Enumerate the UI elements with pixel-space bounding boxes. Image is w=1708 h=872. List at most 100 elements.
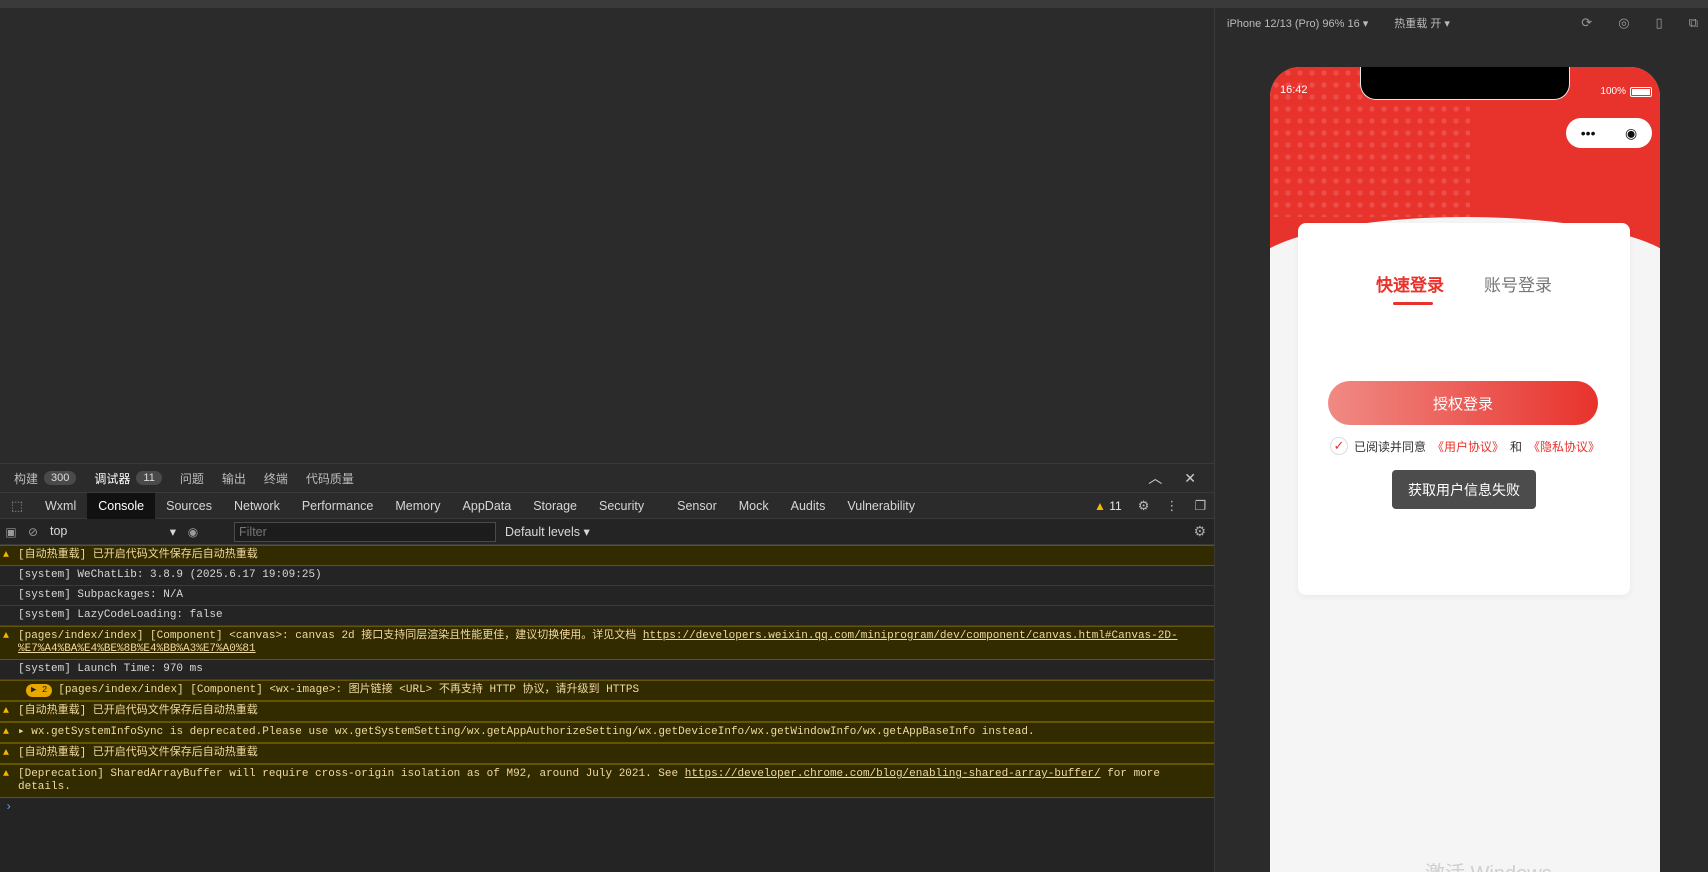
- close-miniprogram-icon[interactable]: ◉: [1625, 125, 1637, 142]
- console-message: [system] LazyCodeLoading: false: [0, 606, 1214, 626]
- panel-tab-problems[interactable]: 问题: [180, 470, 204, 487]
- console-message[interactable]: ▲ ▸ wx.getSystemInfoSync is deprecated.Pl…: [0, 722, 1214, 743]
- agree-text: 已阅读并同意: [1354, 439, 1427, 454]
- message-text: [system] WeChatLib: 3.8.9 (2025.6.17 19:…: [18, 569, 322, 581]
- warning-icon: ▲: [3, 769, 10, 780]
- warning-icon: ▲: [3, 706, 10, 717]
- close-icon[interactable]: ✕: [1184, 470, 1196, 487]
- rotate-icon[interactable]: ⟳: [1581, 15, 1592, 31]
- tab-audits[interactable]: Audits: [780, 493, 837, 519]
- phone-screen: 16:42 100% ••• ◉ 快速登录 账号登录 授权登录 ✓ 已阅读并同意…: [1270, 67, 1660, 872]
- panel-tab-terminal[interactable]: 终端: [264, 470, 288, 487]
- context-value: top: [50, 524, 68, 538]
- simulator-panel: iPhone 12/13 (Pro) 96% 16 ▾ 热重载 开 ▾ ⟳ ◎ …: [1214, 8, 1708, 872]
- tab-wxml[interactable]: Wxml: [34, 493, 87, 519]
- console-log: ▲ [自动热重载] 已开启代码文件保存后自动热重载 [system] WeChat…: [0, 545, 1214, 816]
- hot-reload-toggle[interactable]: 热重载 开 ▾: [1394, 15, 1450, 31]
- devtools-tab-controls: ▲ 11 ⚙ ⋮ ❐: [1094, 493, 1206, 519]
- agreement-row: ✓ 已阅读并同意 《用户协议》和《隐私协议》: [1330, 437, 1600, 455]
- repeat-count-badge[interactable]: ▶ 2: [26, 684, 53, 697]
- tab-quick-login[interactable]: 快速登录: [1376, 271, 1444, 305]
- login-card: 快速登录 账号登录 授权登录 ✓ 已阅读并同意 《用户协议》和《隐私协议》 获取用…: [1298, 223, 1630, 595]
- warning-icon: ▲: [1093, 499, 1106, 513]
- panel-tab-output[interactable]: 输出: [222, 470, 246, 487]
- warning-icon: ▲: [3, 631, 10, 642]
- tab-label: 构建: [14, 471, 39, 486]
- top-strip: [0, 0, 1708, 8]
- message-text: [pages/index/index] [Component] <canvas>…: [18, 630, 643, 642]
- simulator-controls: ⟳ ◎ ▯ ⧉: [1581, 8, 1698, 38]
- console-settings-icon[interactable]: ⚙: [1193, 523, 1206, 540]
- console-message: ▲ [Deprecation] SharedArrayBuffer will re…: [0, 764, 1214, 798]
- tab-vulnerability[interactable]: Vulnerability: [836, 493, 926, 519]
- tab-label: 调试器: [94, 471, 131, 486]
- tab-console[interactable]: Console: [87, 492, 156, 519]
- panel-tab-build[interactable]: 构建 300: [14, 470, 77, 487]
- status-time: 16:42: [1280, 84, 1308, 96]
- tab-performance[interactable]: Performance: [291, 493, 385, 519]
- collapse-icon[interactable]: ︿: [1148, 468, 1162, 488]
- console-message: ▲ [自动热重载] 已开启代码文件保存后自动热重载: [0, 701, 1214, 722]
- privacy-agreement-link[interactable]: 《隐私协议》: [1528, 438, 1600, 455]
- panel-tab-debugger[interactable]: 调试器 11: [94, 470, 162, 487]
- console-message: [system] Launch Time: 970 ms: [0, 660, 1214, 680]
- panel-controls: ︿ ✕: [1148, 464, 1196, 492]
- tab-appdata[interactable]: AppData: [452, 493, 523, 519]
- tab-mock[interactable]: Mock: [728, 493, 780, 519]
- devtools-app: 构建 300 调试器 11 问题 输出 终端 代码质量 ︿ ✕ ⬚ Wxml Con…: [0, 0, 1708, 872]
- tab-badge: 300: [44, 471, 77, 485]
- message-text: [system] Subpackages: N/A: [18, 589, 184, 601]
- warning-icon: ▲: [3, 727, 10, 738]
- warning-count: 11: [1109, 499, 1122, 513]
- user-info-failed-toast: 获取用户信息失败: [1392, 470, 1536, 509]
- tab-sources[interactable]: Sources: [155, 493, 223, 519]
- phone-icon[interactable]: ▯: [1656, 15, 1663, 31]
- more-icon[interactable]: •••: [1581, 125, 1596, 141]
- editor-area: [0, 8, 1214, 463]
- panel-tabs: 构建 300 调试器 11 问题 输出 终端 代码质量 ︿ ✕: [0, 464, 1214, 492]
- devtools-tabs: ⬚ Wxml Console Sources Network Performan…: [0, 492, 1214, 519]
- tab-badge: 11: [136, 471, 162, 485]
- devtools-panel: 构建 300 调试器 11 问题 输出 终端 代码质量 ︿ ✕ ⬚ Wxml Con…: [0, 463, 1214, 872]
- message-text: ▸ wx.getSystemInfoSync is deprecated.Ple…: [18, 726, 1035, 738]
- popout-icon[interactable]: ⧉: [1689, 15, 1698, 31]
- doc-link[interactable]: https://developer.chrome.com/blog/enabli…: [685, 768, 1101, 780]
- tab-sensor[interactable]: Sensor: [666, 493, 728, 519]
- console-message: ▲ [自动热重载] 已开启代码文件保存后自动热重载: [0, 545, 1214, 566]
- tab-security[interactable]: Security: [588, 493, 666, 519]
- sidebar-toggle-icon[interactable]: ▣: [0, 525, 22, 539]
- undock-icon[interactable]: ❐: [1194, 498, 1206, 514]
- more-menu-icon[interactable]: ⋮: [1165, 498, 1178, 514]
- login-tabs: 快速登录 账号登录: [1298, 271, 1630, 305]
- console-prompt[interactable]: ›: [0, 798, 1214, 816]
- warning-icon: ▲: [3, 550, 10, 561]
- filter-input[interactable]: [234, 521, 496, 542]
- console-message: ▲ [pages/index/index] [Component] <canvas…: [0, 626, 1214, 660]
- tab-account-login[interactable]: 账号登录: [1484, 271, 1552, 296]
- agree-checkbox[interactable]: ✓: [1330, 437, 1348, 455]
- clear-console-icon[interactable]: ⊘: [22, 525, 44, 539]
- levels-label: Default levels: [505, 525, 581, 539]
- capsule-menu: ••• ◉: [1566, 118, 1652, 148]
- windows-watermark: 激活 Windows: [1425, 857, 1552, 872]
- settings-gear-icon[interactable]: ⚙: [1138, 498, 1150, 514]
- console-message: [system] WeChatLib: 3.8.9 (2025.6.17 19:…: [0, 566, 1214, 586]
- record-icon[interactable]: ◎: [1618, 15, 1629, 31]
- warning-counter[interactable]: ▲ 11: [1094, 499, 1122, 513]
- user-agreement-link[interactable]: 《用户协议》: [1432, 438, 1504, 455]
- console-message: ▲ [自动热重载] 已开启代码文件保存后自动热重载: [0, 743, 1214, 764]
- message-text: [pages/index/index] [Component] <wx-imag…: [58, 684, 640, 696]
- tab-network[interactable]: Network: [223, 493, 291, 519]
- message-text: [Deprecation] SharedArrayBuffer will req…: [18, 768, 685, 780]
- inspect-icon[interactable]: ⬚: [0, 498, 34, 514]
- context-selector[interactable]: top ▾: [50, 524, 182, 539]
- device-selector[interactable]: iPhone 12/13 (Pro) 96% 16 ▾: [1227, 17, 1368, 30]
- message-text: [自动热重载] 已开启代码文件保存后自动热重载: [18, 549, 258, 561]
- battery-icon: [1630, 86, 1652, 97]
- tab-storage[interactable]: Storage: [522, 493, 588, 519]
- eye-icon[interactable]: ◉: [182, 525, 204, 539]
- authorize-login-button[interactable]: 授权登录: [1328, 381, 1598, 425]
- panel-tab-quality[interactable]: 代码质量: [306, 470, 354, 487]
- log-levels-dropdown[interactable]: Default levels ▾: [505, 524, 590, 539]
- tab-memory[interactable]: Memory: [384, 493, 451, 519]
